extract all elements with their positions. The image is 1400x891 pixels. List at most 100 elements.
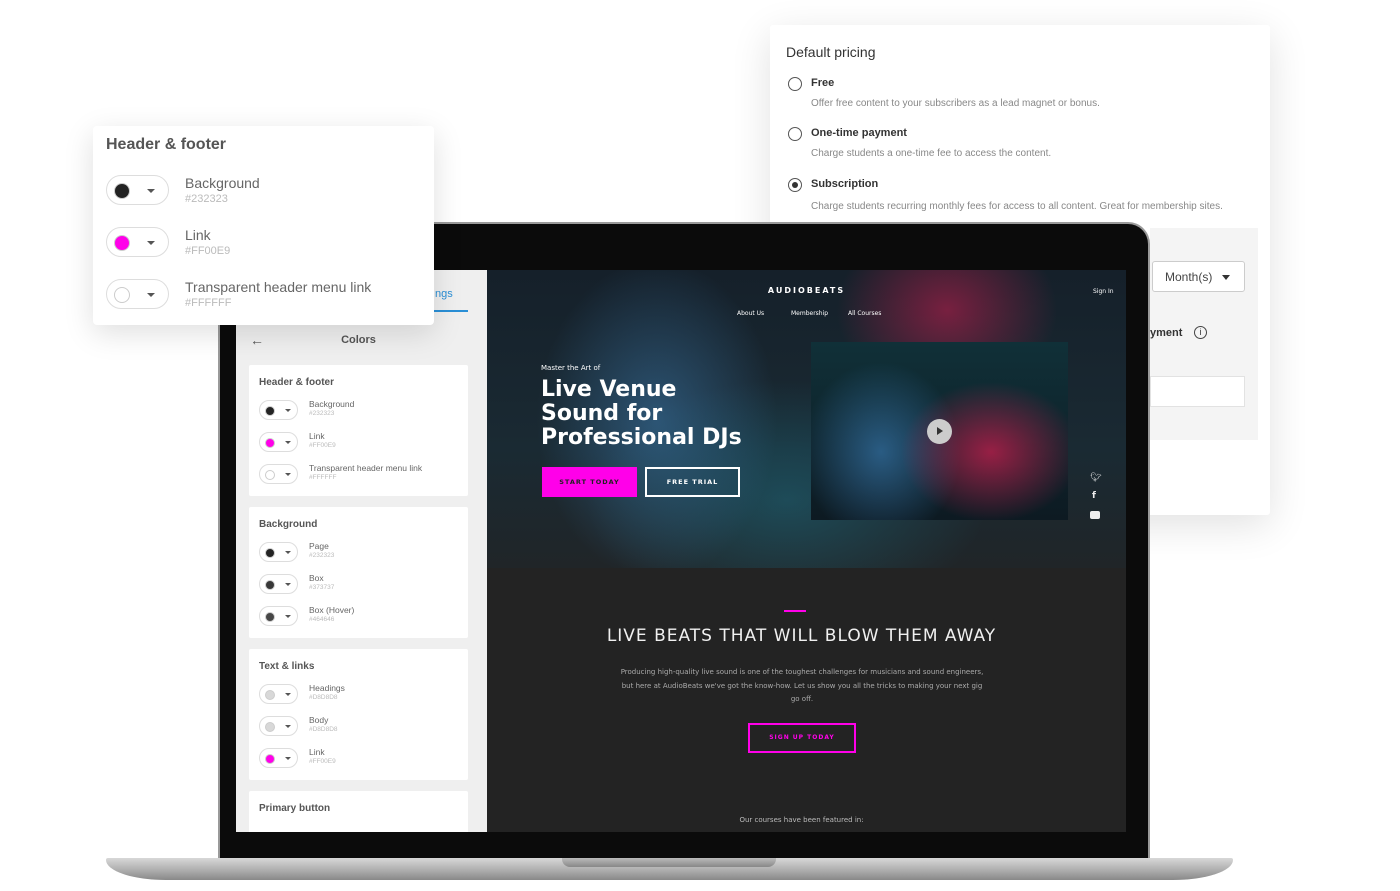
- period-select[interactable]: Month(s): [1152, 261, 1245, 292]
- group-title: Primary button: [259, 803, 331, 814]
- color-hex: #373737: [309, 584, 335, 591]
- radio-free[interactable]: [788, 77, 802, 91]
- option-desc: Charge students recurring monthly fees f…: [811, 201, 1223, 212]
- caret-down-icon: [285, 583, 291, 586]
- option-label: Free: [811, 77, 835, 89]
- caret-down-icon: [285, 615, 291, 618]
- group-title: Text & links: [259, 661, 315, 672]
- color-name: Transparent header menu link: [309, 463, 423, 473]
- color-hex: #232323: [185, 193, 228, 205]
- hero-headline: Live Venue Sound for Professional DJs: [541, 378, 742, 450]
- panel-title: Colors: [341, 334, 376, 346]
- color-name: Transparent header menu link: [185, 279, 372, 295]
- color-picker[interactable]: [106, 227, 169, 257]
- caret-down-icon: [285, 693, 291, 696]
- color-picker[interactable]: [106, 175, 169, 205]
- caret-down-icon: [285, 725, 291, 728]
- twitter-icon[interactable]: 🐦︎: [1090, 473, 1101, 483]
- payment-label: yment: [1150, 327, 1183, 339]
- color-hex: #D8D8D8: [309, 694, 338, 701]
- color-swatch-icon: [265, 690, 275, 700]
- group-title: Background: [259, 519, 318, 530]
- free-trial-button[interactable]: FREE TRIAL: [645, 467, 740, 497]
- color-name: Box (Hover): [309, 605, 355, 615]
- headline-line: Professional DJs: [541, 425, 742, 450]
- nav-all-courses[interactable]: All Courses: [848, 310, 881, 317]
- color-picker[interactable]: [259, 716, 298, 736]
- nav-about[interactable]: About Us: [737, 310, 764, 317]
- color-name: Page: [309, 541, 329, 551]
- theme-sidebar: ngs Colors ← Header & footer Background #2…: [236, 270, 487, 832]
- color-picker[interactable]: [259, 464, 298, 484]
- headline-line: Sound for: [541, 401, 663, 426]
- color-swatch-icon: [114, 235, 130, 251]
- color-swatch-icon: [114, 183, 130, 199]
- video-thumbnail[interactable]: [811, 342, 1068, 520]
- sign-in-link[interactable]: Sign In: [1093, 288, 1114, 295]
- sign-up-button[interactable]: SIGN UP TODAY: [748, 723, 856, 753]
- color-group: Background Page #232323 Box #373737 Box (Hove…: [249, 507, 468, 638]
- caret-down-icon: [147, 241, 155, 245]
- color-hex: #FFFFFF: [185, 297, 232, 309]
- play-icon[interactable]: [927, 419, 952, 444]
- color-picker[interactable]: [259, 400, 298, 420]
- color-picker[interactable]: [259, 542, 298, 562]
- caret-down-icon: [285, 757, 291, 760]
- youtube-icon[interactable]: [1090, 511, 1100, 519]
- caret-down-icon: [147, 293, 155, 297]
- color-name: Link: [185, 227, 211, 243]
- color-group: Header & footer Background #232323 Link #FF0…: [249, 365, 468, 496]
- color-group: Text & links Headings #D8D8D8 Body #D8D8D8 Li…: [249, 649, 468, 780]
- color-hex: #FF00E9: [185, 245, 231, 257]
- radio-subscription[interactable]: [788, 178, 802, 192]
- color-picker[interactable]: [106, 279, 169, 309]
- color-hex: #FFFFFF: [309, 474, 337, 481]
- color-swatch-icon: [265, 580, 275, 590]
- nav-membership[interactable]: Membership: [791, 310, 828, 317]
- color-picker[interactable]: [259, 574, 298, 594]
- color-swatch-icon: [265, 438, 275, 448]
- caret-down-icon: [285, 441, 291, 444]
- radio-one-time[interactable]: [788, 127, 802, 141]
- tab-settings[interactable]: ngs: [435, 288, 453, 300]
- option-label: Subscription: [811, 178, 879, 190]
- header-footer-popup: Header & footer Background #232323 Link #FF…: [93, 126, 434, 325]
- color-hex: #D8D8D8: [309, 726, 338, 733]
- color-name: Box: [309, 573, 324, 583]
- caret-down-icon: [147, 189, 155, 193]
- start-today-button[interactable]: START TODAY: [542, 467, 637, 497]
- option-desc: Offer free content to your subscribers a…: [811, 98, 1100, 109]
- color-picker[interactable]: [259, 684, 298, 704]
- section-body: Producing high-quality live sound is one…: [620, 668, 984, 703]
- color-name: Link: [309, 747, 325, 757]
- color-hex: #464646: [309, 616, 335, 623]
- caret-down-icon: [285, 409, 291, 412]
- color-picker[interactable]: [259, 748, 298, 768]
- hero-kicker: Master the Art of: [541, 364, 601, 372]
- color-swatch-icon: [114, 287, 130, 303]
- accent-bar: [784, 610, 806, 612]
- period-value: Month(s): [1165, 270, 1213, 284]
- color-hex: #FF00E9: [309, 442, 336, 449]
- website-preview: AUDIOBEATS Sign In About Us Membership A…: [487, 270, 1126, 832]
- color-name: Background: [309, 399, 355, 409]
- info-icon[interactable]: i: [1194, 326, 1207, 339]
- headline-line: Live Venue: [541, 377, 677, 402]
- color-picker[interactable]: [259, 606, 298, 626]
- caret-down-icon: [1222, 275, 1230, 280]
- price-input[interactable]: [1150, 376, 1245, 407]
- color-swatch-icon: [265, 548, 275, 558]
- laptop-notch: [562, 858, 776, 867]
- color-swatch-icon: [265, 406, 275, 416]
- site-logo[interactable]: AUDIOBEATS: [487, 286, 1126, 295]
- option-desc: Charge students a one-time fee to access…: [811, 148, 1052, 159]
- color-swatch-icon: [265, 470, 275, 480]
- caret-down-icon: [285, 473, 291, 476]
- color-hex: #232323: [309, 552, 335, 559]
- color-hex: #232323: [309, 410, 335, 417]
- back-arrow-icon[interactable]: ←: [250, 332, 264, 348]
- color-group: Primary button: [249, 791, 468, 832]
- color-picker[interactable]: [259, 432, 298, 452]
- section-title: LIVE BEATS THAT WILL BLOW THEM AWAY: [606, 626, 997, 646]
- facebook-icon[interactable]: f: [1092, 491, 1096, 501]
